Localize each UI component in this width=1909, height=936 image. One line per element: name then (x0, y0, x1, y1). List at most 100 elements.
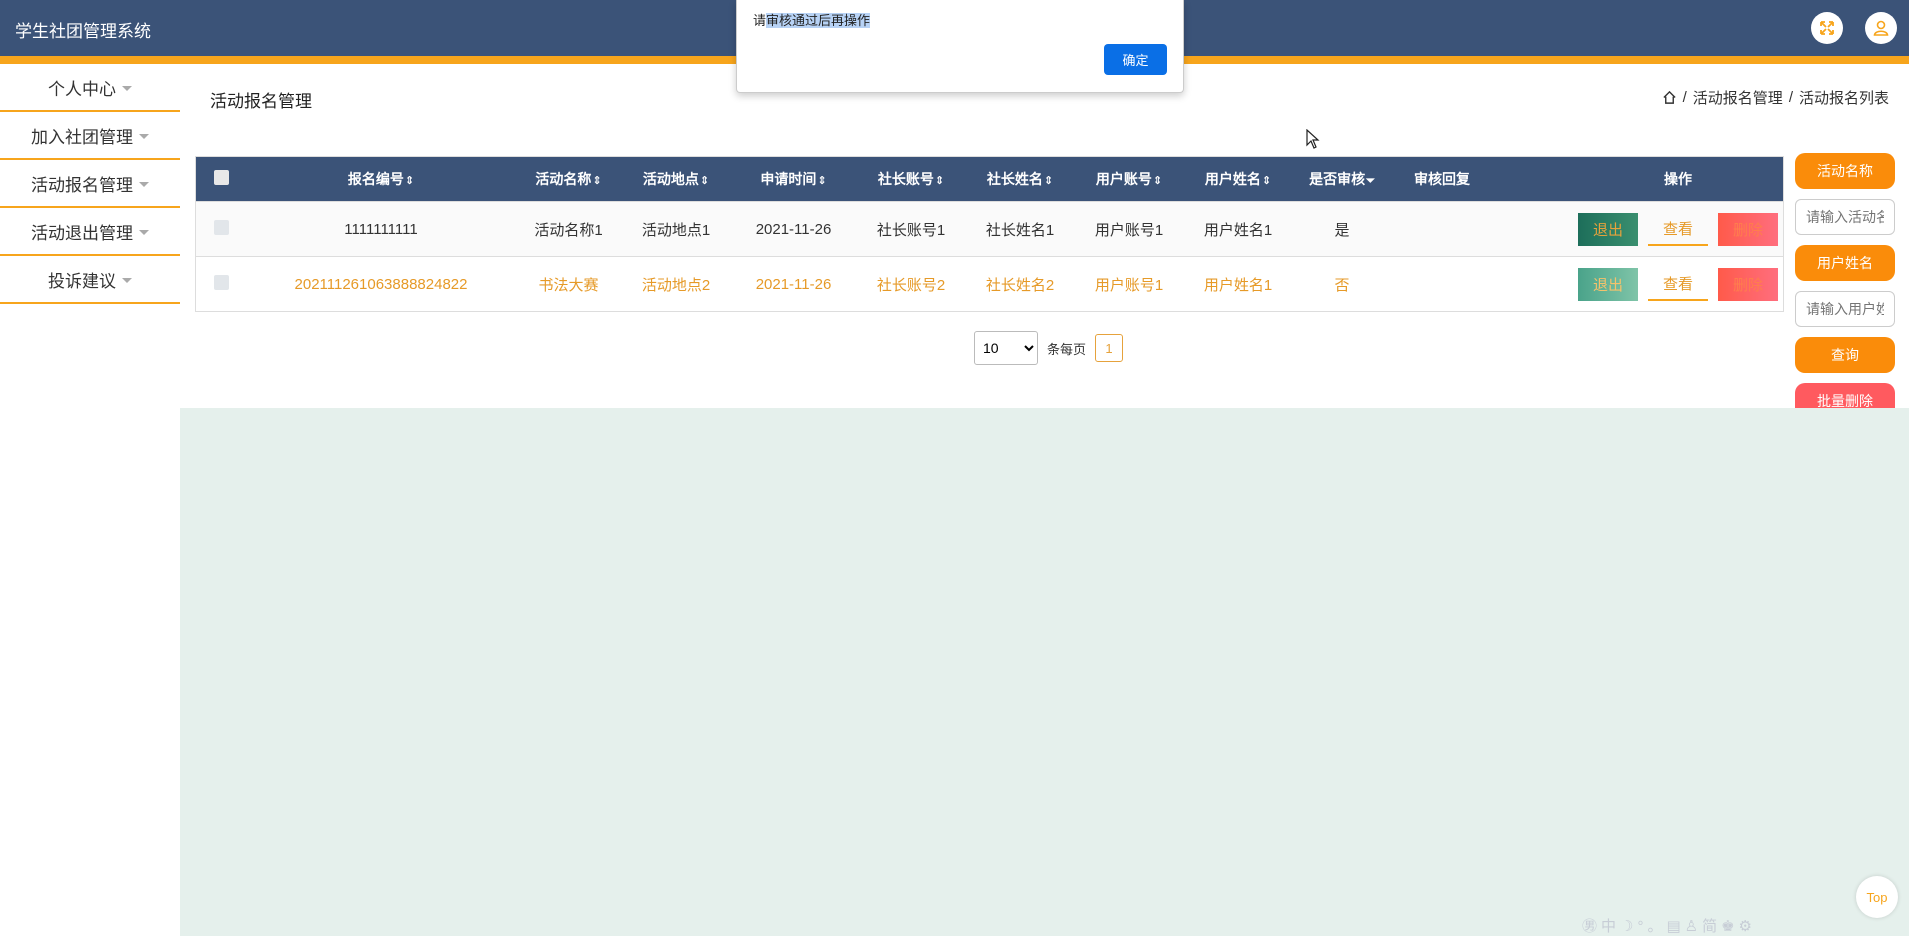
sidebar: 个人中心 加入社团管理 活动报名管理 活动退出管理 投诉建议 (0, 64, 180, 304)
sort-icon: ⇕ (592, 175, 602, 187)
query-button[interactable]: 查询 (1795, 337, 1895, 373)
cell-leader-name: 社长姓名2 (985, 276, 1055, 294)
breadcrumb-separator: / (1788, 89, 1793, 106)
cell-leader-name: 社长姓名1 (985, 221, 1055, 239)
cell-audited: 否 (1334, 276, 1350, 294)
pagination: 10 条每页 1 (974, 331, 1124, 365)
col-header-label: 申请时间 (760, 171, 817, 187)
col-header-label: 活动名称 (535, 171, 592, 187)
sort-icon: ⇕ (1261, 175, 1272, 187)
fullscreen-button[interactable] (1811, 12, 1843, 44)
alert-message-selected-text: 审核通过后再操作 (766, 13, 871, 28)
col-header-leader-account[interactable]: 社长账号⇕ (856, 169, 966, 189)
page-size-select[interactable]: 10 (974, 331, 1038, 365)
sidebar-item-label: 加入社团管理 (31, 127, 133, 147)
table-row: 20211126106388882482​2 书法大赛 活动地点2 2021-1… (196, 256, 1783, 311)
caret-down-icon (122, 85, 132, 91)
signup-table: 报名编号⇕ 活动名称⇕ 活动地点⇕ 申请时间⇕ 社长账号⇕ 社长姓名⇕ 用户账号… (195, 156, 1784, 312)
row-checkbox-cell (196, 219, 246, 239)
cell-user-name: 用户姓名1 (1203, 221, 1273, 239)
cell-activity: 活动名称1 (534, 221, 603, 239)
sidebar-item-label: 活动退出管理 (31, 223, 133, 243)
breadcrumb-separator: / (1682, 89, 1687, 106)
alert-ok-button[interactable]: 确定 (1104, 44, 1167, 75)
sidebar-item-label: 投诉建议 (48, 271, 116, 291)
col-header-label: 用户账号 (1095, 171, 1152, 187)
breadcrumb: / 活动报名管理 / 活动报名列表 (1662, 87, 1889, 108)
caret-down-icon (139, 133, 149, 139)
sidebar-item-complaints[interactable]: 投诉建议 (0, 256, 180, 304)
app-title: 学生社团管理系统 (15, 22, 151, 41)
col-header-label: 是否审核 (1309, 171, 1366, 187)
cell-location: 活动地点2 (641, 276, 711, 294)
sort-icon: ⇕ (404, 175, 415, 187)
table-header: 报名编号⇕ 活动名称⇕ 活动地点⇕ 申请时间⇕ 社长账号⇕ 社长姓名⇕ 用户账号… (196, 157, 1783, 201)
search-panel: 活动名称 用户姓名 查询 批量删除 (1795, 153, 1895, 419)
col-header-label: 活动地点 (642, 171, 699, 187)
expand-icon (1820, 21, 1834, 35)
breadcrumb-item[interactable]: 活动报名管理 (1693, 87, 1783, 108)
select-all-checkbox[interactable] (213, 170, 229, 185)
activity-name-input[interactable] (1795, 199, 1895, 235)
col-header-leader-name[interactable]: 社长姓名⇕ (966, 169, 1074, 189)
content-background (180, 408, 1909, 936)
sidebar-item-personal-center[interactable]: 个人中心 (0, 64, 180, 112)
cell-location: 活动地点1 (641, 221, 711, 239)
row-checkbox[interactable] (213, 219, 229, 235)
ime-toolbar: ㊚中☽°。▤♙简♚⚙ (1582, 918, 1756, 935)
col-header-activity[interactable]: 活动名称⇕ (516, 169, 621, 189)
user-name-label: 用户姓名 (1795, 245, 1895, 281)
cell-date: 2021-11-26 (755, 220, 832, 238)
sort-icon: ⇕ (1043, 175, 1054, 187)
alert-message: 请审核通过后再操作 (753, 10, 871, 29)
sort-icon: ⇕ (934, 175, 945, 187)
cell-user-account: 用户账号1 (1094, 276, 1164, 294)
exit-button[interactable]: 退出 (1578, 212, 1638, 246)
caret-down-icon (122, 277, 132, 283)
sort-icon: ⇕ (817, 175, 827, 187)
view-button[interactable]: 查看 (1648, 213, 1708, 246)
breadcrumb-item-current: 活动报名列表 (1798, 90, 1889, 107)
user-name-input[interactable] (1795, 291, 1895, 327)
header-checkbox-cell (196, 170, 246, 188)
delete-button[interactable]: 删除 (1718, 267, 1778, 301)
caret-down-icon (139, 181, 149, 187)
col-header-user-name[interactable]: 用户姓名⇕ (1184, 169, 1292, 189)
user-icon (1873, 20, 1889, 36)
cell-id: 1111111111 (344, 220, 418, 238)
cell-user-name: 用户姓名1 (1203, 276, 1273, 294)
mouse-cursor-icon (1306, 129, 1320, 149)
col-header-label: 报名编号 (347, 171, 404, 187)
sidebar-item-label: 活动报名管理 (31, 175, 133, 195)
col-header-id[interactable]: 报名编号⇕ (246, 169, 516, 189)
exit-button[interactable]: 退出 (1578, 267, 1638, 301)
back-to-top-button[interactable]: Top (1856, 876, 1898, 918)
sidebar-item-activity-signup[interactable]: 活动报名管理 (0, 160, 180, 208)
sidebar-item-label: 个人中心 (48, 79, 116, 99)
home-icon[interactable] (1662, 90, 1677, 105)
col-header-audited[interactable]: 是否审核⏷ (1292, 169, 1392, 189)
col-header-label: 社长姓名 (986, 171, 1043, 187)
activity-name-label: 活动名称 (1795, 153, 1895, 189)
cell-leader-account: 社长账号1 (876, 221, 946, 239)
col-header-location[interactable]: 活动地点⇕ (621, 169, 731, 189)
row-checkbox[interactable] (213, 274, 229, 290)
per-page-label: 条每页 (1047, 341, 1087, 357)
sidebar-item-join-club[interactable]: 加入社团管理 (0, 112, 180, 160)
sort-desc-icon: ⏷ (1366, 175, 1375, 187)
col-header-user-account[interactable]: 用户账号⇕ (1074, 169, 1184, 189)
col-header-date[interactable]: 申请时间⇕ (731, 169, 856, 189)
page-title: 活动报名管理 (210, 92, 312, 111)
col-header-label: 社长账号 (877, 171, 934, 187)
col-header-reply: 审核回复 (1414, 171, 1470, 187)
user-menu-button[interactable] (1865, 12, 1897, 44)
sidebar-item-activity-exit[interactable]: 活动退出管理 (0, 208, 180, 256)
sort-icon: ⇕ (699, 175, 710, 187)
sort-icon: ⇕ (1152, 175, 1163, 187)
view-button[interactable]: 查看 (1648, 268, 1708, 301)
delete-button[interactable]: 删除 (1718, 212, 1778, 246)
cell-id: 20211126106388882482​2 (294, 275, 468, 293)
alert-message-prefix: 请 (753, 13, 767, 28)
page-number-button[interactable]: 1 (1095, 334, 1124, 362)
cell-leader-account: 社长账号2 (876, 276, 946, 294)
